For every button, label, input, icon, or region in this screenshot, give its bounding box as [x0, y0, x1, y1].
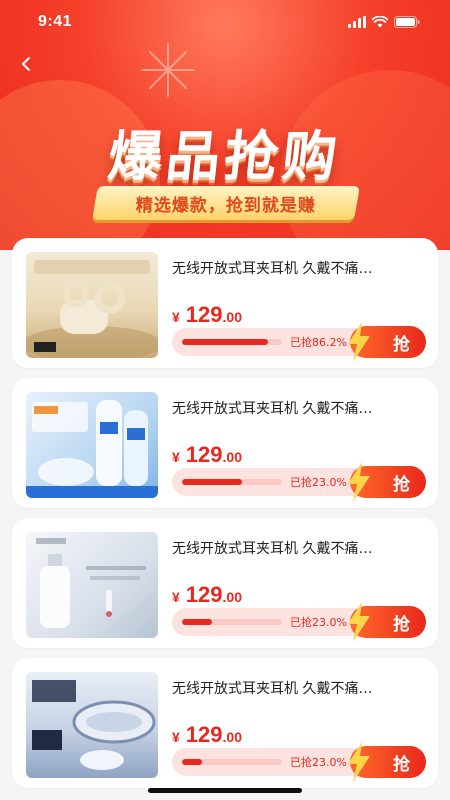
grab-percent-label: 已抢86.2%	[290, 336, 347, 349]
serum-bottle-image	[26, 532, 158, 638]
grab-row: 已抢23.0% 抢	[172, 462, 426, 502]
grab-button-label: 抢	[393, 754, 410, 775]
grab-percent-label: 已抢23.0%	[290, 616, 347, 629]
status-time: 9:41	[38, 13, 73, 30]
grab-button[interactable]: 抢	[348, 462, 426, 502]
price-currency: ¥	[172, 449, 180, 465]
price-integer: 129	[185, 442, 223, 467]
banner-title: 爆品抢购	[105, 125, 344, 188]
home-indicator	[148, 788, 302, 793]
grab-button-label: 抢	[393, 334, 410, 355]
grab-button[interactable]: 抢	[348, 322, 426, 362]
price-decimal: .00	[222, 589, 242, 605]
price-decimal: .00	[222, 449, 242, 465]
product-price: ¥ 129 .00	[172, 302, 242, 328]
price-integer: 129	[185, 302, 223, 327]
earbuds-illustration	[26, 260, 158, 358]
product-title: 无线开放式耳夹耳机 久戴不痛…	[172, 681, 373, 697]
signal-icon	[348, 16, 366, 28]
product-price: ¥ 129 .00	[172, 442, 242, 468]
grab-button-label: 抢	[393, 614, 410, 635]
sunscreen-illustration	[26, 400, 158, 498]
price-currency: ¥	[172, 309, 180, 325]
product-card[interactable]: 无线开放式耳夹耳机 久戴不痛… ¥ 129 .00 已抢23.0% 抢	[12, 378, 438, 508]
progress-fill	[182, 759, 202, 765]
lightning-icon	[348, 742, 370, 782]
grab-percent-label: 已抢23.0%	[290, 476, 347, 489]
product-title: 无线开放式耳夹耳机 久戴不痛…	[172, 401, 373, 417]
firework-decoration	[141, 43, 195, 97]
product-price: ¥ 129 .00	[172, 582, 242, 608]
back-button[interactable]	[14, 52, 38, 76]
grab-row: 已抢23.0% 抢	[172, 602, 426, 642]
lightning-icon	[348, 322, 370, 362]
progress-fill	[182, 479, 242, 485]
eye-mask-image	[26, 672, 158, 778]
status-icons	[348, 16, 420, 28]
lightning-icon	[348, 602, 370, 642]
banner-subtitle-ribbon: 精选爆款，抢到就是赚	[92, 186, 360, 220]
wifi-icon	[372, 16, 388, 28]
chevron-left-icon	[22, 57, 30, 71]
product-card[interactable]: 无线开放式耳夹耳机 久戴不痛… ¥ 129 .00 已抢23.0% 抢	[12, 518, 438, 648]
grab-row: 已抢86.2% 抢	[172, 322, 426, 362]
banner-subtitle: 精选爆款，抢到就是赚	[136, 195, 316, 216]
progress-track	[182, 339, 282, 345]
grab-button[interactable]: 抢	[348, 742, 426, 782]
serum-illustration	[36, 538, 146, 628]
price-currency: ¥	[172, 729, 180, 745]
price-integer: 129	[185, 582, 223, 607]
progress-fill	[182, 619, 212, 625]
battery-icon	[394, 16, 420, 28]
sunscreen-image	[26, 392, 158, 498]
hero-banner: 9:41 爆品抢购 精选爆款，抢到就是赚	[0, 0, 450, 250]
product-card[interactable]: 无线开放式耳夹耳机 久戴不痛… ¥ 129 .00 已抢23.0% 抢	[12, 658, 438, 788]
progress-track	[182, 479, 282, 485]
grab-row: 已抢23.0% 抢	[172, 742, 426, 782]
grab-percent-label: 已抢23.0%	[290, 756, 347, 769]
price-decimal: .00	[222, 309, 242, 325]
product-title: 无线开放式耳夹耳机 久戴不痛…	[172, 261, 373, 277]
earbuds-image	[26, 252, 158, 358]
progress-track	[182, 759, 282, 765]
progress-fill	[182, 339, 269, 345]
grab-button[interactable]: 抢	[348, 602, 426, 642]
lightning-icon	[348, 462, 370, 502]
status-bar: 9:41	[0, 0, 450, 44]
grab-button-label: 抢	[393, 474, 410, 495]
price-decimal: .00	[222, 729, 242, 745]
eye-mask-illustration	[32, 680, 156, 770]
price-currency: ¥	[172, 589, 180, 605]
price-integer: 129	[185, 722, 223, 747]
product-title: 无线开放式耳夹耳机 久戴不痛…	[172, 541, 373, 557]
product-price: ¥ 129 .00	[172, 722, 242, 748]
product-card[interactable]: 无线开放式耳夹耳机 久戴不痛… ¥ 129 .00 已抢86.2% 抢	[12, 238, 438, 368]
progress-track	[182, 619, 282, 625]
